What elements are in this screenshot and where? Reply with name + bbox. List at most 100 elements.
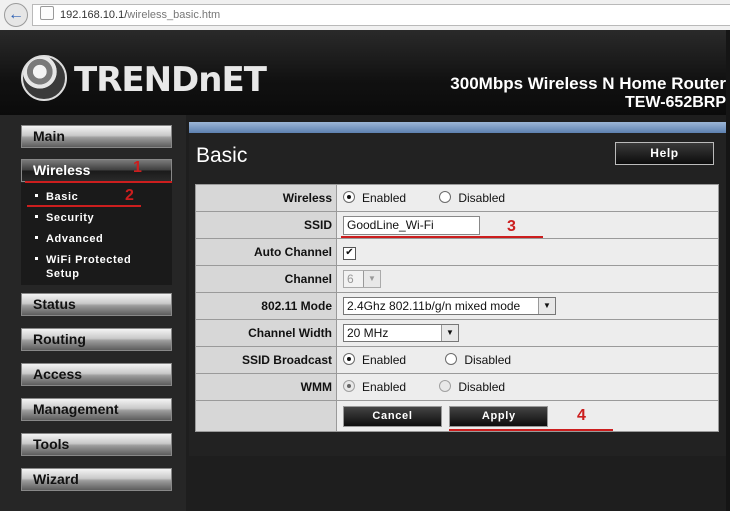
submenu-wps-label: WiFi Protected bbox=[46, 254, 132, 266]
form-row-channel-width: Channel Width 20 MHz ▼ bbox=[195, 319, 719, 347]
wmm-enabled-radio[interactable] bbox=[343, 380, 355, 392]
mode-label: 802.11 Mode bbox=[195, 292, 337, 320]
mode-select[interactable]: 2.4Ghz 802.11b/g/n mixed mode ▼ bbox=[343, 297, 556, 315]
form-row-actions: Cancel Apply 4 bbox=[195, 400, 719, 432]
main-panel: Basic Help Wireless Enabled Disabled SSI… bbox=[189, 133, 726, 456]
bullet-icon bbox=[35, 215, 38, 218]
page-bottom bbox=[189, 456, 726, 511]
wmm-enabled-label: Enabled bbox=[362, 380, 407, 394]
annotation-number-4: 4 bbox=[577, 407, 586, 424]
submenu-security-label: Security bbox=[46, 212, 95, 224]
form-row-channel: Channel 6 ▼ bbox=[195, 265, 719, 293]
nav-routing[interactable]: Routing bbox=[21, 328, 172, 351]
form-row-auto-channel: Auto Channel ✔ bbox=[195, 238, 719, 266]
wireless-disabled-label: Disabled bbox=[458, 191, 506, 205]
submenu-wps[interactable]: WiFi Protected bbox=[35, 254, 131, 267]
url-path: wireless_basic.htm bbox=[127, 9, 221, 21]
ssid-broadcast-value: Enabled Disabled bbox=[336, 346, 719, 374]
annotation-underline-4 bbox=[449, 429, 613, 431]
wireless-submenu: Basic 2 Security Advanced WiFi Protected… bbox=[21, 183, 172, 285]
help-button[interactable]: Help bbox=[615, 142, 714, 165]
nav-access[interactable]: Access bbox=[21, 363, 172, 386]
actions-label-cell bbox=[195, 400, 337, 432]
nav-main[interactable]: Main bbox=[21, 125, 172, 148]
wireless-enabled-label: Enabled bbox=[362, 191, 407, 205]
submenu-basic-label: Basic bbox=[46, 191, 79, 203]
channel-width-select[interactable]: 20 MHz ▼ bbox=[343, 324, 459, 342]
wmm-disabled-radio[interactable] bbox=[439, 380, 452, 392]
broadcast-disabled-label: Disabled bbox=[464, 353, 512, 367]
page-title: Basic bbox=[196, 144, 248, 167]
form-row-wmm: WMM Enabled Disabled bbox=[195, 373, 719, 401]
cancel-button[interactable]: Cancel bbox=[343, 405, 442, 427]
chevron-down-icon: ▼ bbox=[441, 325, 458, 341]
auto-channel-label: Auto Channel bbox=[195, 238, 337, 266]
submenu-wps-line2[interactable]: Setup bbox=[46, 268, 80, 281]
url-host: 192.168.10.1/ bbox=[60, 9, 128, 21]
trendnet-logo-icon bbox=[21, 55, 67, 101]
channel-width-value: 20 MHz ▼ bbox=[336, 319, 719, 347]
annotation-number-2: 2 bbox=[125, 187, 134, 204]
mode-value: 2.4Ghz 802.11b/g/n mixed mode ▼ bbox=[336, 292, 719, 320]
auto-channel-value: ✔ bbox=[336, 238, 719, 266]
nav-tools[interactable]: Tools bbox=[21, 433, 172, 456]
browser-toolbar: ← 192.168.10.1/wireless_basic.htm bbox=[0, 0, 730, 31]
annotation-number-1: 1 bbox=[133, 159, 142, 176]
chevron-down-icon: ▼ bbox=[538, 298, 555, 314]
router-header: TRENDnET 300Mbps Wireless N Home Router … bbox=[0, 30, 730, 115]
form-row-ssid-broadcast: SSID Broadcast Enabled Disabled bbox=[195, 346, 719, 374]
broadcast-enabled-label: Enabled bbox=[362, 353, 407, 367]
broadcast-enabled-radio[interactable] bbox=[343, 353, 355, 365]
channel-value: 6 ▼ bbox=[336, 265, 719, 293]
wireless-enabled-radio[interactable] bbox=[343, 191, 355, 203]
channel-select[interactable]: 6 ▼ bbox=[343, 270, 381, 288]
nav-status[interactable]: Status bbox=[21, 293, 172, 316]
ssid-input[interactable]: GoodLine_Wi-Fi bbox=[343, 215, 480, 235]
model-code: TEW-652BRP bbox=[624, 94, 726, 111]
ssid-label: SSID bbox=[195, 211, 337, 239]
bullet-icon bbox=[35, 236, 38, 239]
panel-top-bar bbox=[189, 122, 726, 133]
address-bar[interactable]: 192.168.10.1/wireless_basic.htm bbox=[32, 4, 730, 26]
nav-wireless[interactable]: Wireless bbox=[21, 159, 172, 182]
nav-wizard[interactable]: Wizard bbox=[21, 468, 172, 491]
submenu-advanced[interactable]: Advanced bbox=[35, 233, 103, 246]
sidebar: Main Wireless 1 Basic 2 Security Advance… bbox=[0, 115, 186, 511]
page-right-edge bbox=[726, 30, 730, 511]
annotation-underline-2 bbox=[27, 205, 141, 207]
annotation-number-3: 3 bbox=[507, 218, 516, 235]
apply-button[interactable]: Apply bbox=[449, 405, 549, 427]
wireless-disabled-radio[interactable] bbox=[439, 191, 452, 203]
form-row-ssid: SSID GoodLine_Wi-Fi 3 bbox=[195, 211, 719, 239]
form-row-wireless: Wireless Enabled Disabled bbox=[195, 184, 719, 212]
auto-channel-checkbox[interactable]: ✔ bbox=[343, 247, 356, 260]
channel-label: Channel bbox=[195, 265, 337, 293]
channel-width-label: Channel Width bbox=[195, 319, 337, 347]
ssid-broadcast-label: SSID Broadcast bbox=[195, 346, 337, 374]
mode-select-value: 2.4Ghz 802.11b/g/n mixed mode bbox=[347, 299, 521, 313]
bullet-icon bbox=[35, 194, 38, 197]
wmm-label: WMM bbox=[195, 373, 337, 401]
ssid-value: GoodLine_Wi-Fi 3 bbox=[336, 211, 719, 239]
nav-management[interactable]: Management bbox=[21, 398, 172, 421]
bullet-icon bbox=[35, 257, 38, 260]
submenu-basic[interactable]: Basic bbox=[35, 191, 78, 204]
submenu-advanced-label: Advanced bbox=[46, 233, 104, 245]
wireless-settings-form: Wireless Enabled Disabled SSID GoodLine_… bbox=[195, 184, 719, 432]
broadcast-disabled-radio[interactable] bbox=[445, 353, 458, 365]
channel-select-value: 6 bbox=[347, 272, 354, 286]
page-icon bbox=[40, 6, 54, 20]
back-arrow-icon[interactable]: ← bbox=[4, 3, 28, 27]
brand-logo-text: TRENDnET bbox=[74, 60, 267, 100]
wireless-label: Wireless bbox=[195, 184, 337, 212]
annotation-underline-3 bbox=[341, 236, 543, 238]
chevron-down-icon: ▼ bbox=[363, 271, 380, 287]
form-row-mode: 802.11 Mode 2.4Ghz 802.11b/g/n mixed mod… bbox=[195, 292, 719, 320]
model-description: 300Mbps Wireless N Home Router bbox=[450, 74, 726, 93]
wmm-disabled-label: Disabled bbox=[458, 380, 506, 394]
actions-cell: Cancel Apply 4 bbox=[336, 400, 719, 432]
channel-width-select-value: 20 MHz bbox=[347, 326, 389, 340]
wireless-value: Enabled Disabled bbox=[336, 184, 719, 212]
wmm-value: Enabled Disabled bbox=[336, 373, 719, 401]
submenu-security[interactable]: Security bbox=[35, 212, 94, 225]
